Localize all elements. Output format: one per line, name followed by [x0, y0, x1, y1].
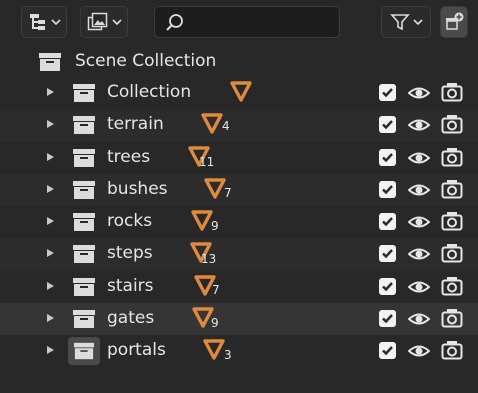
scene-collection-row[interactable]: Scene Collection [0, 47, 478, 77]
expand-arrow-icon[interactable] [47, 314, 54, 323]
chevron-down-icon [412, 18, 423, 26]
collection-label: bushes [107, 178, 168, 199]
collection-box-icon [72, 243, 96, 269]
scene-collection-label: Scene Collection [75, 51, 217, 71]
collection-box-icon [68, 337, 100, 366]
collection-row[interactable]: Collection [0, 77, 478, 109]
collection-row[interactable]: trees 11 [0, 142, 478, 174]
scrollbar[interactable] [471, 44, 476, 384]
camera-icon[interactable] [441, 211, 463, 235]
exclude-checkbox[interactable] [379, 148, 396, 166]
collection-label: portals [107, 340, 166, 361]
cone-mesh-icon [191, 209, 213, 231]
eye-icon[interactable] [407, 244, 431, 268]
camera-icon[interactable] [441, 308, 463, 332]
collection-box-icon [72, 82, 96, 108]
camera-icon[interactable] [441, 276, 463, 300]
collection-row[interactable]: gates 9 [0, 303, 478, 336]
eye-icon[interactable] [407, 277, 431, 301]
cone-mesh-icon [203, 338, 225, 361]
expand-arrow-icon[interactable] [47, 217, 54, 226]
exclude-checkbox[interactable] [379, 310, 396, 328]
collection-box-icon [72, 276, 96, 302]
collection-row[interactable]: rocks 9 [0, 206, 478, 238]
exclude-checkbox[interactable] [379, 116, 396, 134]
collection-box-icon [38, 51, 62, 77]
exclude-checkbox[interactable] [379, 180, 396, 198]
eye-icon[interactable] [407, 83, 431, 107]
filter-dropdown[interactable] [381, 6, 431, 38]
collection-row[interactable]: steps 13 [0, 238, 478, 271]
outliner-header [0, 0, 478, 44]
search-field[interactable] [154, 6, 340, 38]
expand-arrow-icon[interactable] [47, 346, 54, 355]
camera-icon[interactable] [441, 147, 463, 171]
collection-label: terrain [107, 114, 164, 135]
child-count: 9 [211, 316, 219, 331]
cone-mesh-icon [230, 80, 252, 102]
collection-box-icon [72, 308, 96, 334]
collection-row[interactable]: bushes 7 [0, 173, 478, 207]
view-layer-dropdown[interactable] [80, 6, 128, 38]
collection-box-icon [72, 114, 96, 140]
child-count: 7 [224, 185, 232, 200]
funnel-icon [389, 12, 410, 32]
expand-arrow-icon[interactable] [47, 120, 54, 129]
child-count: 3 [224, 348, 232, 363]
new-collection-icon [444, 12, 464, 32]
chevron-down-icon [111, 18, 122, 26]
chevron-down-icon [50, 18, 61, 26]
eye-icon[interactable] [407, 309, 431, 333]
camera-icon[interactable] [441, 243, 463, 267]
exclude-checkbox[interactable] [379, 213, 396, 231]
camera-icon[interactable] [441, 114, 463, 138]
expand-arrow-icon[interactable] [47, 184, 54, 193]
exclude-checkbox[interactable] [379, 277, 396, 295]
eye-icon[interactable] [407, 212, 431, 236]
eye-icon[interactable] [407, 341, 431, 365]
child-count: 11 [199, 154, 215, 169]
collection-box-icon [72, 211, 96, 237]
search-icon [165, 13, 185, 37]
collection-label: stairs [107, 275, 154, 296]
collection-box-icon [72, 147, 96, 173]
collection-row[interactable]: stairs 7 [0, 271, 478, 303]
child-count: 13 [201, 252, 217, 267]
search-input[interactable] [191, 11, 335, 35]
child-count: 4 [222, 119, 230, 134]
child-count: 7 [212, 282, 220, 297]
collection-label: rocks [107, 211, 153, 232]
collection-row[interactable]: portals 3 [0, 335, 478, 367]
display-mode-dropdown[interactable] [21, 6, 67, 38]
camera-icon[interactable] [441, 82, 463, 106]
collection-label: trees [107, 146, 151, 167]
collection-label: Collection [107, 82, 192, 102]
collection-label: gates [107, 308, 155, 329]
exclude-checkbox[interactable] [379, 84, 396, 101]
expand-arrow-icon[interactable] [47, 281, 54, 290]
camera-icon[interactable] [441, 179, 463, 203]
eye-icon[interactable] [407, 115, 431, 139]
expand-arrow-icon[interactable] [47, 249, 54, 258]
collection-tree: Collection terrain 4 trees 11 bushes 7 rocks 9 st… [0, 77, 478, 368]
child-count: 9 [211, 219, 219, 234]
image-stack-icon [87, 12, 109, 32]
expand-arrow-icon[interactable] [47, 88, 54, 96]
camera-icon[interactable] [441, 340, 463, 364]
eye-icon[interactable] [407, 148, 431, 172]
cone-mesh-icon [204, 177, 226, 199]
collection-label: steps [107, 243, 153, 264]
exclude-checkbox[interactable] [379, 342, 396, 360]
collection-row[interactable]: terrain 4 [0, 109, 478, 142]
expand-arrow-icon[interactable] [47, 152, 54, 161]
cone-mesh-icon [201, 112, 223, 134]
collection-box-icon [72, 179, 96, 205]
exclude-checkbox[interactable] [379, 245, 396, 263]
new-collection-button[interactable] [440, 6, 468, 38]
eye-icon[interactable] [407, 180, 431, 204]
outliner-tree-icon [28, 12, 48, 32]
